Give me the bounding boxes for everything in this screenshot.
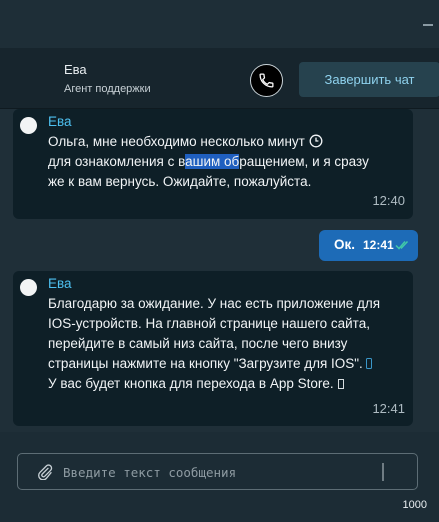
window-top-bar	[0, 0, 439, 48]
chat-header: Ева Агент поддержки Завершить чат	[0, 48, 439, 109]
message-text-part: Благодарю за ожидание. У нас есть прилож…	[48, 296, 381, 371]
clock-icon	[309, 134, 323, 148]
selected-text: ашим об	[185, 154, 240, 169]
call-button[interactable]	[250, 64, 283, 97]
paperclip-icon[interactable]	[37, 464, 53, 480]
message-composer: 1000	[0, 432, 439, 522]
user-reply-message: Ок. 12:41	[319, 230, 418, 261]
agent-name: Ева	[64, 62, 87, 77]
message-text: Ольга, мне необходимо несколько минут дл…	[48, 132, 382, 192]
agent-avatar	[20, 279, 37, 296]
message-sender: Ева	[48, 276, 72, 291]
message-sender: Ева	[48, 114, 72, 129]
double-check-icon	[395, 240, 409, 250]
mobile-phone-icon	[365, 358, 372, 369]
agent-avatar	[20, 117, 37, 134]
character-counter: 1000	[402, 499, 427, 511]
message-input[interactable]	[63, 460, 373, 484]
message-text-part: Ольга, мне необходимо несколько минут	[48, 134, 309, 149]
message-text: Благодарю за ожидание. У нас есть прилож…	[48, 294, 382, 394]
message-input-box[interactable]	[17, 453, 418, 490]
phone-icon	[259, 73, 274, 88]
reply-text: Ок.	[334, 237, 356, 252]
agent-message: Ева Благодарю за ожидание. У нас есть пр…	[13, 271, 413, 426]
message-time: 12:40	[372, 193, 405, 208]
missing-glyph-icon	[337, 379, 344, 389]
end-chat-button[interactable]: Завершить чат	[299, 62, 439, 97]
message-text-part: для ознакомления с в	[48, 154, 186, 169]
agent-message: Ева Ольга, мне необходимо несколько мину…	[13, 109, 413, 219]
input-divider	[382, 463, 384, 481]
message-text-part: У вас будет кнопка для перехода в App St…	[48, 376, 334, 391]
agent-role: Агент поддержки	[64, 83, 151, 95]
reply-time: 12:41	[363, 238, 394, 252]
minimize-icon[interactable]	[423, 24, 433, 26]
message-time: 12:41	[372, 401, 405, 416]
